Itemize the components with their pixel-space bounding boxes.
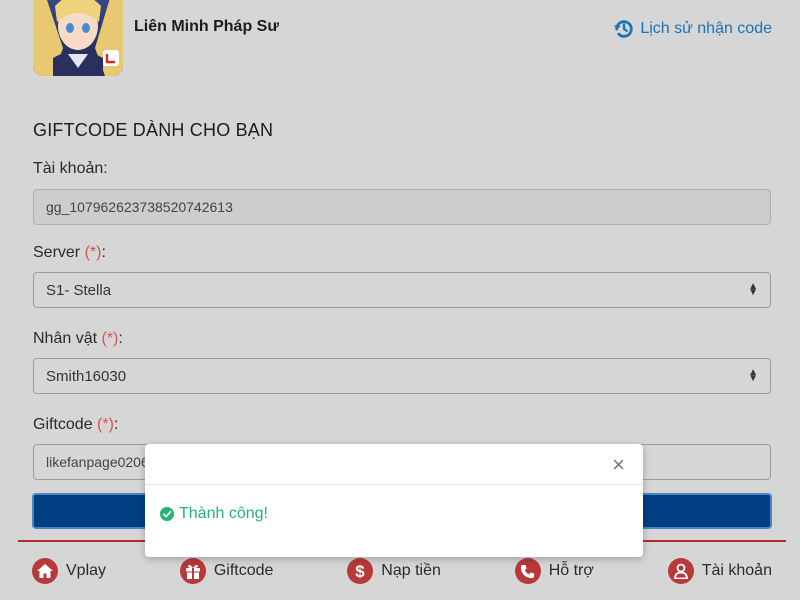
- nav-label: Vplay: [66, 562, 107, 579]
- dollar-icon: $: [347, 558, 374, 584]
- account-field: gg_107962623738520742613: [33, 189, 771, 225]
- check-circle-icon: [160, 507, 174, 521]
- user-icon: [667, 558, 694, 584]
- account-label: Tài khoản:: [33, 160, 108, 177]
- giftcode-label: Giftcode (*):: [33, 416, 118, 434]
- nav-label: Giftcode: [213, 562, 274, 579]
- game-icon: [33, 0, 123, 76]
- phone-icon: [514, 558, 541, 584]
- form-title: GIFTCODE DÀNH CHO BẠN: [33, 120, 274, 140]
- label-colon: :: [101, 244, 106, 261]
- giftcode-label-text: Giftcode: [33, 416, 93, 433]
- required-mark: (*): [101, 330, 119, 347]
- label-colon: :: [118, 330, 123, 347]
- nav-label: Hỗ trợ: [548, 562, 594, 579]
- select-caret-icon: ▲ ▼: [748, 367, 758, 384]
- required-mark: (*): [84, 244, 102, 261]
- required-mark: (*): [97, 416, 114, 433]
- nav-item-topup[interactable]: $ Nạp tiền: [347, 558, 441, 584]
- nav-item-vplay[interactable]: Vplay: [32, 558, 106, 584]
- history-icon: [614, 20, 633, 38]
- nav-item-account[interactable]: Tài khoản: [667, 558, 772, 584]
- character-label: Nhân vật (*):: [33, 330, 123, 348]
- history-link-label: Lịch sử nhận code: [640, 20, 772, 37]
- success-message: Thành công!: [179, 505, 268, 522]
- modal-body: Thành công!: [145, 485, 643, 543]
- modal-header: ×: [145, 444, 643, 485]
- success-modal: × Thành công!: [145, 444, 643, 557]
- nav-label: Nạp tiền: [381, 562, 441, 579]
- nav-item-support[interactable]: Hỗ trợ: [514, 558, 594, 584]
- gift-icon: [179, 558, 206, 584]
- account-value: gg_107962623738520742613: [46, 199, 233, 215]
- character-select[interactable]: Smith16030 ▲ ▼: [33, 358, 771, 394]
- home-icon: [32, 558, 58, 584]
- history-link[interactable]: Lịch sử nhận code: [613, 18, 772, 40]
- server-select[interactable]: S1- Stella ▲ ▼: [33, 272, 771, 308]
- server-label-text: Server: [33, 244, 81, 261]
- nav-item-giftcode[interactable]: Giftcode: [179, 558, 274, 584]
- label-colon: :: [113, 416, 119, 433]
- server-value: S1- Stella: [46, 281, 112, 299]
- server-label: Server (*):: [33, 244, 106, 262]
- character-value: Smith16030: [46, 367, 127, 385]
- character-label-text: Nhân vật: [33, 330, 98, 347]
- close-icon[interactable]: ×: [612, 454, 625, 476]
- nav-label: Tài khoản: [701, 562, 772, 579]
- game-title: Liên Minh Pháp Sư: [134, 18, 279, 35]
- svg-text:$: $: [356, 562, 366, 580]
- app-header: Liên Minh Pháp Sư Lịch sử nhận code: [18, 0, 786, 92]
- select-caret-icon: ▲ ▼: [748, 281, 758, 298]
